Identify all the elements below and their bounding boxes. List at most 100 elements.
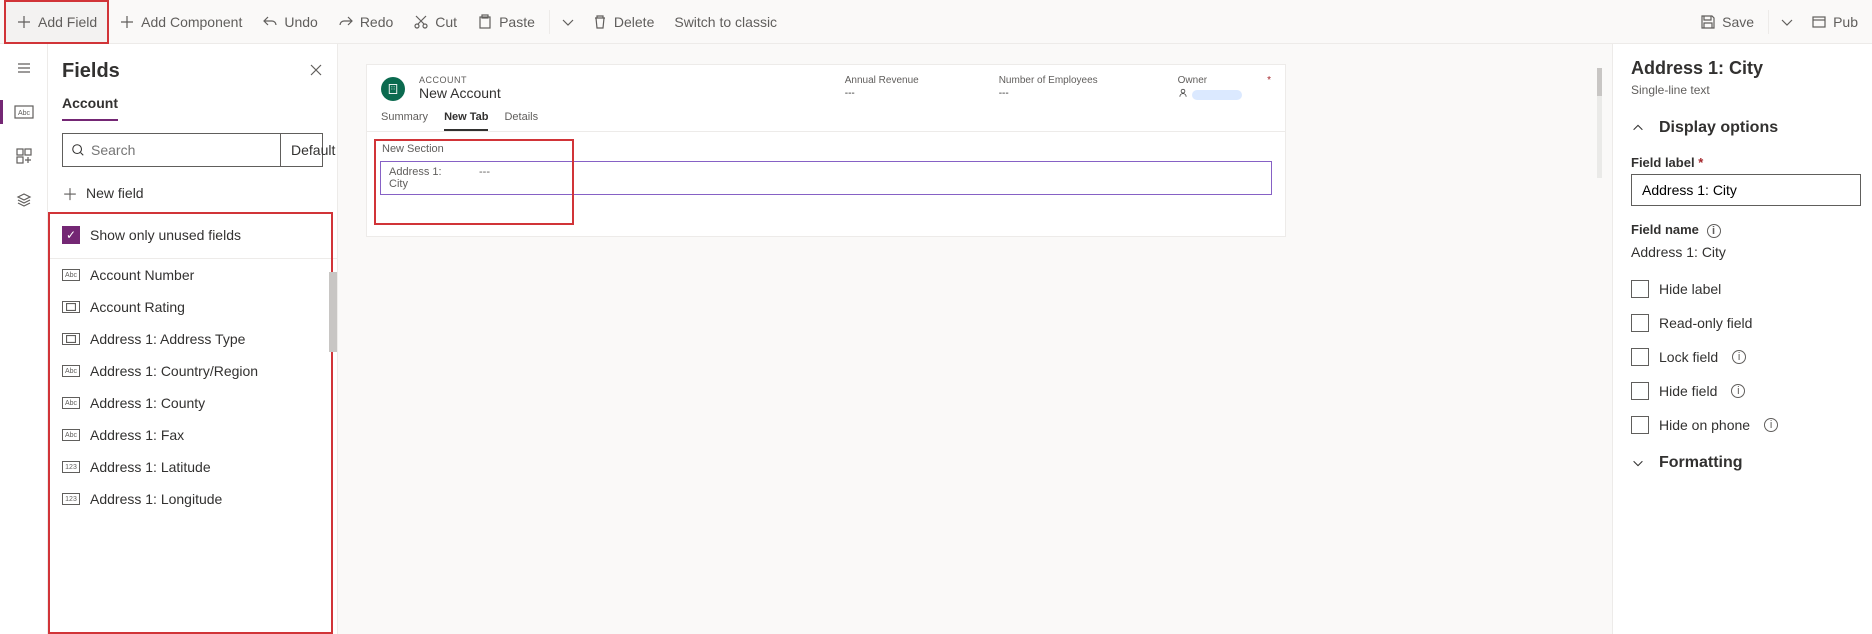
form-canvas[interactable]: ACCOUNT New Account Annual Revenue---Num…	[338, 44, 1612, 634]
header-field[interactable]: Owner*	[1178, 75, 1271, 101]
number-field-icon: 123	[62, 493, 80, 505]
display-options-accordion[interactable]: Display options	[1631, 115, 1872, 149]
delete-button[interactable]: Delete	[582, 0, 664, 44]
info-icon[interactable]: i	[1707, 224, 1721, 238]
text-field-icon: Abc	[62, 269, 80, 281]
save-button[interactable]: Save	[1690, 0, 1764, 44]
checkbox-label: Hide on phone	[1659, 417, 1750, 433]
chevron-up-icon	[1631, 121, 1645, 135]
checkbox-row: Hide label	[1631, 272, 1872, 306]
checkbox[interactable]	[1631, 382, 1649, 400]
info-icon[interactable]: i	[1732, 350, 1746, 364]
form-tab[interactable]: New Tab	[444, 111, 488, 131]
header-field-label: Annual Revenue	[845, 75, 919, 86]
header-field[interactable]: Annual Revenue---	[845, 75, 919, 101]
field-list-item[interactable]: AbcAddress 1: Fax	[48, 419, 337, 451]
field-label-label: Field label	[1631, 155, 1695, 170]
publish-button[interactable]: Pub	[1801, 0, 1868, 44]
field-list-item[interactable]: 123Address 1: Longitude	[48, 483, 337, 515]
header-field[interactable]: Number of Employees---	[999, 75, 1098, 101]
field-list-item[interactable]: 123Address 1: Latitude	[48, 451, 337, 483]
switch-classic-button[interactable]: Switch to classic	[664, 0, 787, 44]
paste-dropdown[interactable]	[554, 0, 582, 44]
redo-icon	[338, 14, 354, 30]
field-list-label: Address 1: Country/Region	[90, 363, 258, 379]
section-title[interactable]: New Section	[374, 139, 1278, 161]
layers-icon	[16, 192, 32, 208]
paste-button[interactable]: Paste	[467, 0, 545, 44]
cut-label: Cut	[435, 14, 457, 30]
redo-button[interactable]: Redo	[328, 0, 403, 44]
save-icon	[1700, 14, 1716, 30]
record-name: New Account	[419, 85, 501, 101]
scrollbar-thumb[interactable]	[1597, 68, 1602, 96]
save-dropdown[interactable]	[1773, 0, 1801, 44]
checkbox-label: Hide field	[1659, 383, 1717, 399]
rail-components[interactable]	[8, 140, 40, 172]
checkbox-row: Hide on phone i	[1631, 408, 1872, 442]
checkbox-label: Read-only field	[1659, 315, 1752, 331]
form-tab[interactable]: Summary	[381, 111, 428, 131]
fields-list[interactable]: AbcAccount NumberAccount RatingAddress 1…	[48, 259, 337, 631]
publish-icon	[1811, 14, 1827, 30]
checkbox[interactable]	[1631, 416, 1649, 434]
separator	[1768, 10, 1769, 34]
scrollbar-thumb[interactable]	[329, 272, 337, 352]
checkbox-row: Lock field i	[1631, 340, 1872, 374]
field-label: Address 1: City	[381, 162, 471, 194]
checkbox-label: Hide label	[1659, 281, 1721, 297]
search-input-wrap[interactable]	[63, 134, 280, 166]
header-field-label: Owner*	[1178, 75, 1271, 86]
info-icon[interactable]: i	[1731, 384, 1745, 398]
fields-entity-tab[interactable]: Account	[62, 91, 118, 121]
rail-fields[interactable]: Abc	[8, 96, 40, 128]
search-input[interactable]	[91, 142, 272, 158]
undo-button[interactable]: Undo	[252, 0, 327, 44]
field-icon: Abc	[14, 105, 34, 119]
header-field-label: Number of Employees	[999, 75, 1098, 86]
form-tab[interactable]: Details	[504, 111, 538, 131]
add-component-button[interactable]: Add Component	[109, 0, 252, 44]
add-field-button[interactable]: Add Field	[4, 0, 109, 44]
rail-tree[interactable]	[8, 184, 40, 216]
undo-icon	[262, 14, 278, 30]
field-label-input[interactable]	[1631, 174, 1861, 206]
new-field-button[interactable]: ＋ New field	[48, 175, 337, 211]
header-field-value: ---	[999, 86, 1098, 99]
checkbox[interactable]	[1631, 280, 1649, 298]
field-name-label: Field name	[1631, 222, 1699, 237]
unused-checkbox[interactable]: ✓	[62, 226, 80, 244]
plus-icon	[16, 14, 32, 30]
close-icon	[309, 63, 323, 77]
field-name-value: Address 1: City	[1631, 242, 1872, 272]
info-icon[interactable]: i	[1764, 418, 1778, 432]
hamburger-icon	[16, 60, 32, 76]
cut-button[interactable]: Cut	[403, 0, 467, 44]
plus-icon	[119, 14, 135, 30]
prop-title: Address 1: City	[1631, 58, 1872, 79]
undo-label: Undo	[284, 14, 317, 30]
checkbox[interactable]	[1631, 348, 1649, 366]
field-list-item[interactable]: AbcAddress 1: County	[48, 387, 337, 419]
plus-icon: ＋	[62, 181, 78, 205]
building-icon	[387, 83, 399, 95]
field-list-item[interactable]: Account Rating	[48, 291, 337, 323]
checkbox[interactable]	[1631, 314, 1649, 332]
paste-icon	[477, 14, 493, 30]
formatting-accordion[interactable]: Formatting	[1631, 442, 1872, 484]
form-tabs: Summary New Tab Details	[367, 105, 1285, 132]
accordion-label: Display options	[1659, 119, 1778, 137]
field-list-item[interactable]: AbcAccount Number	[48, 259, 337, 291]
field-list-item[interactable]: AbcAddress 1: Country/Region	[48, 355, 337, 387]
field-list-label: Address 1: Fax	[90, 427, 184, 443]
close-panel-button[interactable]	[309, 63, 323, 80]
entity-avatar	[381, 77, 405, 101]
add-field-label: Add Field	[38, 14, 97, 30]
accordion-label: Formatting	[1659, 454, 1743, 472]
checkbox-label: Lock field	[1659, 349, 1718, 365]
sort-label: Default	[291, 142, 335, 158]
form-field-row[interactable]: Address 1: City ---	[380, 161, 1272, 195]
rail-hamburger[interactable]	[8, 52, 40, 84]
field-list-item[interactable]: Address 1: Address Type	[48, 323, 337, 355]
entity-label: ACCOUNT	[419, 75, 501, 85]
